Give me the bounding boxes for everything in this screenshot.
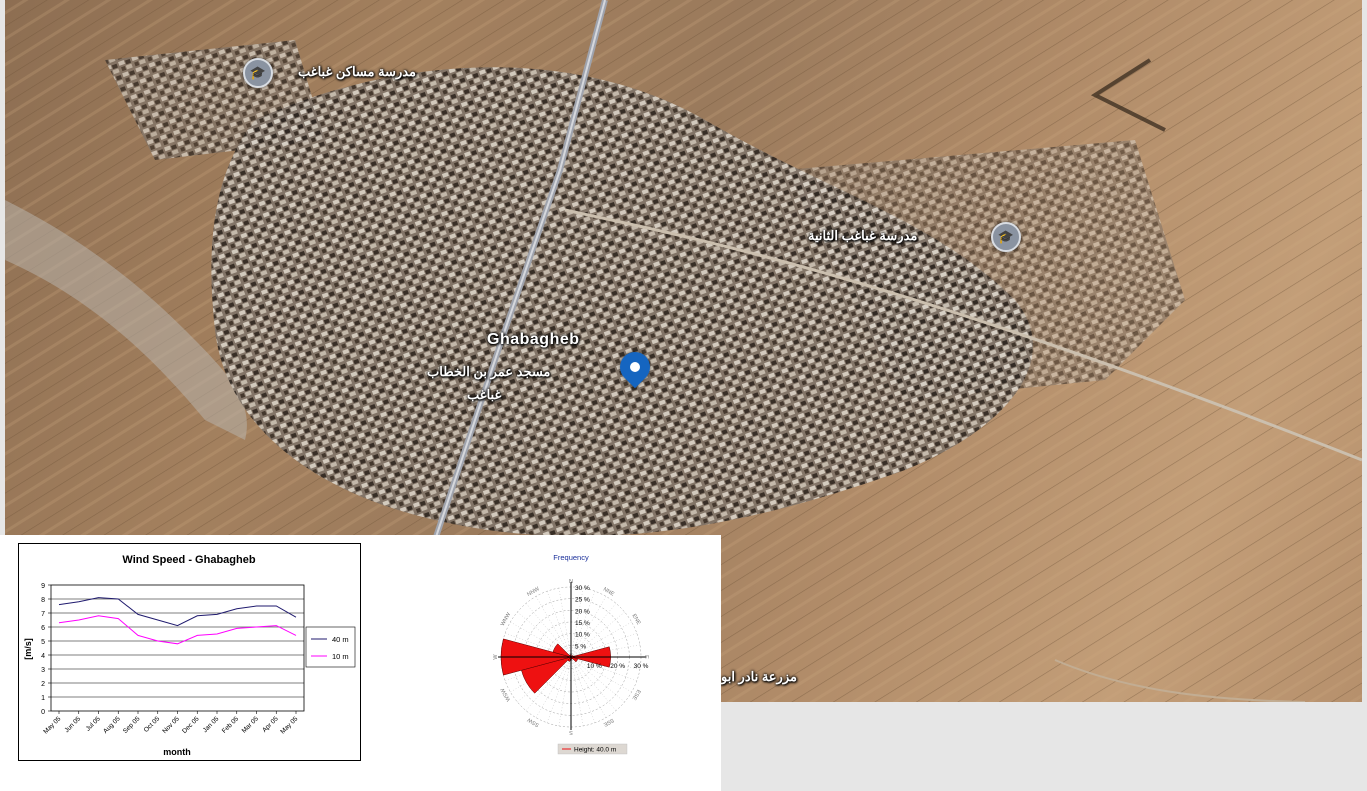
rose-direction-label: N	[569, 579, 573, 585]
x-tick-label: Feb 05	[221, 715, 241, 735]
rose-direction-label: S	[569, 729, 573, 735]
rose-direction-label: NNW	[526, 586, 541, 598]
x-tick-label: Jul 05	[85, 715, 102, 732]
rose-direction-label: SSE	[602, 717, 615, 728]
rose-radial-label-x: 30 %	[634, 663, 649, 670]
y-tick-label: 8	[41, 597, 45, 604]
rose-direction-label: E	[643, 655, 649, 659]
legend-box	[305, 626, 356, 668]
y-axis-label: [m/s]	[23, 638, 33, 660]
rose-legend-label: Height: 40.0 m	[574, 747, 616, 754]
x-tick-label: Jan 05	[202, 715, 221, 734]
rose-direction-label: ENE	[631, 613, 642, 626]
farm-label[interactable]: مزرعة نادر ابو	[721, 669, 797, 685]
y-tick-label: 6	[41, 625, 45, 632]
chart-title: Wind Speed - Ghabagheb	[122, 554, 255, 566]
rose-direction-label: NNE	[602, 587, 615, 598]
rose-radial-label: 30 %	[575, 585, 590, 592]
rose-direction-label: WNW	[500, 611, 513, 627]
school-label-1[interactable]: مدرسة مساكن غباغب	[298, 64, 416, 80]
rose-radial-label: 25 %	[575, 597, 590, 604]
x-tick-label: Sep 05	[122, 715, 142, 735]
y-tick-label: 1	[41, 695, 45, 702]
y-tick-label: 9	[41, 583, 45, 590]
wind-rose-chart: Frequency 5 % 10 % 10 % 15 % 20 % 20 % 25 % 30 …	[493, 553, 649, 755]
y-tick-label: 5	[41, 639, 45, 646]
plot-area	[50, 584, 305, 712]
y-tick-label: 7	[41, 611, 45, 618]
x-tick-label: Jun 05	[63, 715, 82, 734]
x-axis-label: month	[163, 747, 191, 757]
rose-title: Frequency	[553, 553, 589, 562]
x-tick-label: Mar 05	[241, 715, 261, 735]
town-label[interactable]: Ghabagheb	[487, 331, 580, 349]
x-tick-label: Dec 05	[181, 715, 201, 735]
rose-radial-label: 10 %	[575, 632, 590, 639]
y-tick-label: 2	[41, 681, 45, 688]
rose-radial-label: 20 %	[575, 608, 590, 615]
x-tick-label: Apr 05	[261, 715, 280, 734]
mosque-label-line2[interactable]: غباغب	[467, 387, 501, 403]
rose-direction-label: WSW	[500, 686, 513, 702]
x-tick-label: May 05	[279, 715, 299, 735]
y-tick-label: 3	[41, 667, 45, 674]
rose-radial-label: 15 %	[575, 620, 590, 627]
school-icon[interactable]: 🎓	[243, 58, 273, 88]
y-tick-label: 0	[41, 709, 45, 716]
rose-radial-label-x: 20 %	[610, 663, 625, 670]
rose-radial-label-x: 10 %	[587, 663, 602, 670]
rose-direction-label: ESE	[630, 688, 641, 701]
wind-speed-chart: Wind Speed - Ghabagheb [m/s] month 0 1 2 3 4…	[18, 543, 361, 761]
mosque-label-line1[interactable]: مسجد عمر بن الخطاب	[427, 364, 550, 380]
x-tick-label: May 05	[42, 715, 62, 735]
rose-radial-label: 5 %	[575, 643, 586, 650]
x-tick-label: Nov 05	[161, 715, 181, 735]
school-label-2[interactable]: مدرسة غباغب الثانية	[808, 228, 917, 244]
rose-direction-label: SSW	[526, 716, 541, 728]
x-tick-label: Oct 05	[143, 715, 162, 734]
school-icon[interactable]: 🎓	[991, 222, 1021, 252]
rose-direction-label: W	[493, 654, 499, 660]
legend-label: 10 m	[332, 652, 349, 661]
x-tick-label: Aug 05	[102, 715, 122, 735]
y-tick-label: 4	[41, 653, 45, 660]
wind-speed-svg: Wind Speed - Ghabagheb [m/s] month 0 1 2 3 4…	[23, 554, 356, 757]
legend-label: 40 m	[332, 635, 349, 644]
